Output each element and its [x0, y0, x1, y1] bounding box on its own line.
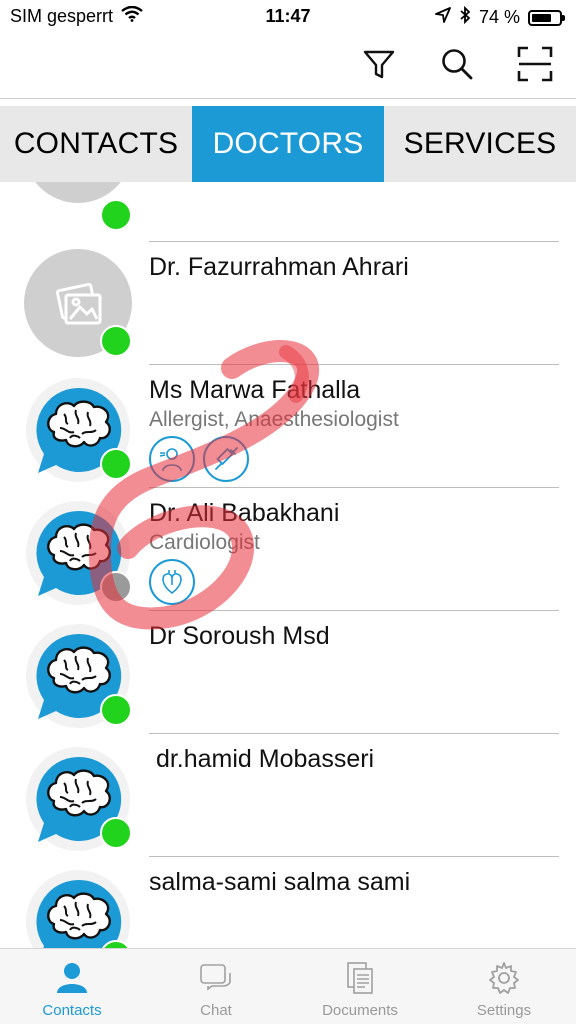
contact-name: Dr. Ali Babakhani [149, 499, 340, 527]
list-item[interactable]: Ms Marwa Fathalla Allergist, Anaesthesio… [0, 364, 576, 487]
nav-label: Documents [322, 1002, 398, 1019]
list-item[interactable]: Dr Soroush Msd [0, 610, 576, 733]
tab-contacts[interactable]: CONTACTS [0, 106, 192, 182]
doctor-list: Dr. Fazurrahman Ahrari Ms Marwa Fathalla… [0, 182, 576, 948]
contact-name: Dr Soroush Msd [149, 622, 330, 650]
row-divider [149, 364, 559, 365]
contact-name: Ms Marwa Fathalla [149, 376, 361, 404]
list-item[interactable]: dr.hamid Mobasseri [0, 733, 576, 856]
row-divider [149, 241, 559, 242]
filter-icon[interactable] [359, 44, 399, 84]
contact-name: salma-sami salma sami [149, 868, 411, 896]
row-divider [149, 733, 559, 734]
chat-icon [199, 961, 233, 1000]
battery-percent: 74 % [478, 7, 520, 27]
heart-icon [149, 559, 195, 605]
segment-tabs: CONTACTS DOCTORS SERVICES [0, 106, 576, 182]
toolbar-divider [0, 98, 576, 99]
list-item[interactable]: Dr. Ali Babakhani Cardiologist [0, 487, 576, 610]
battery-icon [528, 9, 565, 26]
contact-specialty: Allergist, Anaesthesiologist [149, 408, 399, 431]
status-bar: SIM gesperrt 11:47 74 % [0, 0, 576, 34]
syringe-icon [203, 436, 249, 482]
gear-icon [487, 961, 521, 1000]
status-dot [100, 571, 132, 603]
documents-icon [343, 961, 377, 1000]
top-toolbar [0, 34, 576, 98]
nav-label: Contacts [42, 1002, 102, 1019]
tab-doctors[interactable]: DOCTORS [192, 106, 384, 182]
battery-level [532, 13, 552, 22]
nav-documents[interactable]: Documents [288, 949, 432, 1024]
tab-services[interactable]: SERVICES [384, 106, 576, 182]
status-dot [100, 199, 132, 231]
scan-icon[interactable] [515, 44, 555, 84]
list-item[interactable]: salma-sami salma sami [0, 856, 576, 948]
bluetooth-icon [459, 5, 471, 29]
row-divider [149, 856, 559, 857]
nav-chat[interactable]: Chat [144, 949, 288, 1024]
location-arrow-icon [435, 7, 451, 28]
status-dot [100, 694, 132, 726]
bottom-tab-bar: Contacts Chat Documents Settings [0, 948, 576, 1024]
allergist-icon [149, 436, 195, 482]
status-dot [100, 817, 132, 849]
brain-chat-icon [24, 868, 132, 948]
status-dot [100, 448, 132, 480]
status-right: 74 % [435, 5, 565, 29]
nav-contacts[interactable]: Contacts [0, 949, 144, 1024]
list-item[interactable] [0, 182, 576, 242]
contact-specialty: Cardiologist [149, 531, 260, 554]
specialty-icons [149, 559, 195, 605]
row-divider [149, 487, 559, 488]
search-icon[interactable] [437, 44, 477, 84]
nav-label: Chat [200, 1002, 232, 1019]
nav-settings[interactable]: Settings [432, 949, 576, 1024]
status-dot [100, 325, 132, 357]
list-item[interactable]: Dr. Fazurrahman Ahrari [0, 241, 576, 364]
row-divider [149, 610, 559, 611]
contact-name: Dr. Fazurrahman Ahrari [149, 253, 409, 281]
contact-name: dr.hamid Mobasseri [149, 745, 375, 773]
specialty-icons [149, 436, 249, 482]
nav-label: Settings [476, 1002, 532, 1019]
person-icon [55, 961, 89, 1000]
